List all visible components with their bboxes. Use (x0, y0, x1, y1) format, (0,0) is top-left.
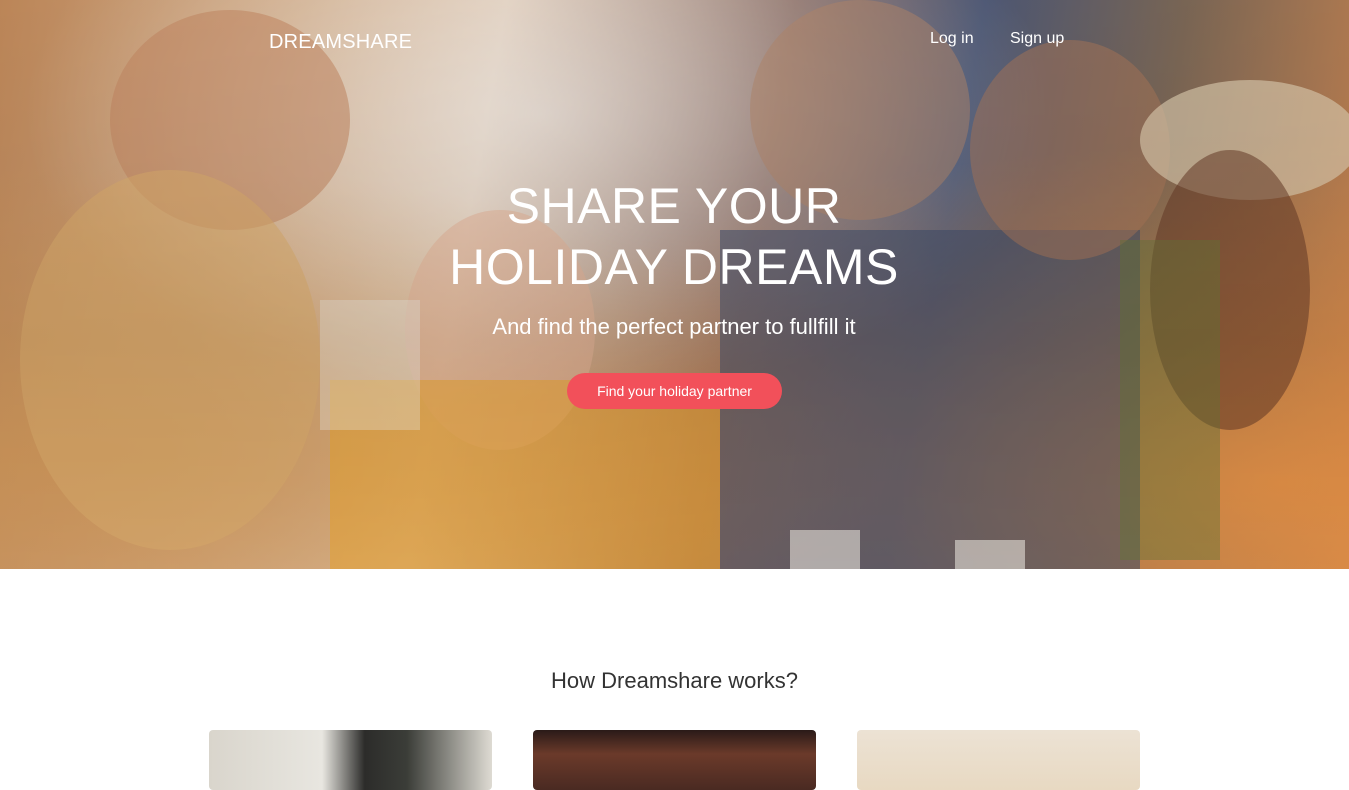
hero-subtitle: And find the perfect partner to fullfill… (492, 314, 856, 339)
how-it-works-card-3[interactable] (857, 730, 1140, 790)
hero-title-line-2: HOLIDAY DREAMS (449, 239, 899, 295)
how-it-works-card-1[interactable] (209, 730, 492, 790)
signup-link[interactable]: Sign up (1010, 30, 1064, 48)
hero-title: SHARE YOUR HOLIDAY DREAMS (374, 176, 974, 298)
how-it-works-title: How Dreamshare works? (551, 668, 798, 693)
login-link[interactable]: Log in (930, 30, 974, 48)
how-it-works-card-2[interactable] (533, 730, 816, 790)
hero-title-line-1: SHARE YOUR (506, 178, 842, 234)
find-partner-button[interactable]: Find your holiday partner (567, 373, 782, 409)
hero-section: DREAMSHARE Log in Sign up SHARE YOUR HOL… (0, 0, 1349, 569)
brand-logo[interactable]: DREAMSHARE (269, 31, 412, 54)
